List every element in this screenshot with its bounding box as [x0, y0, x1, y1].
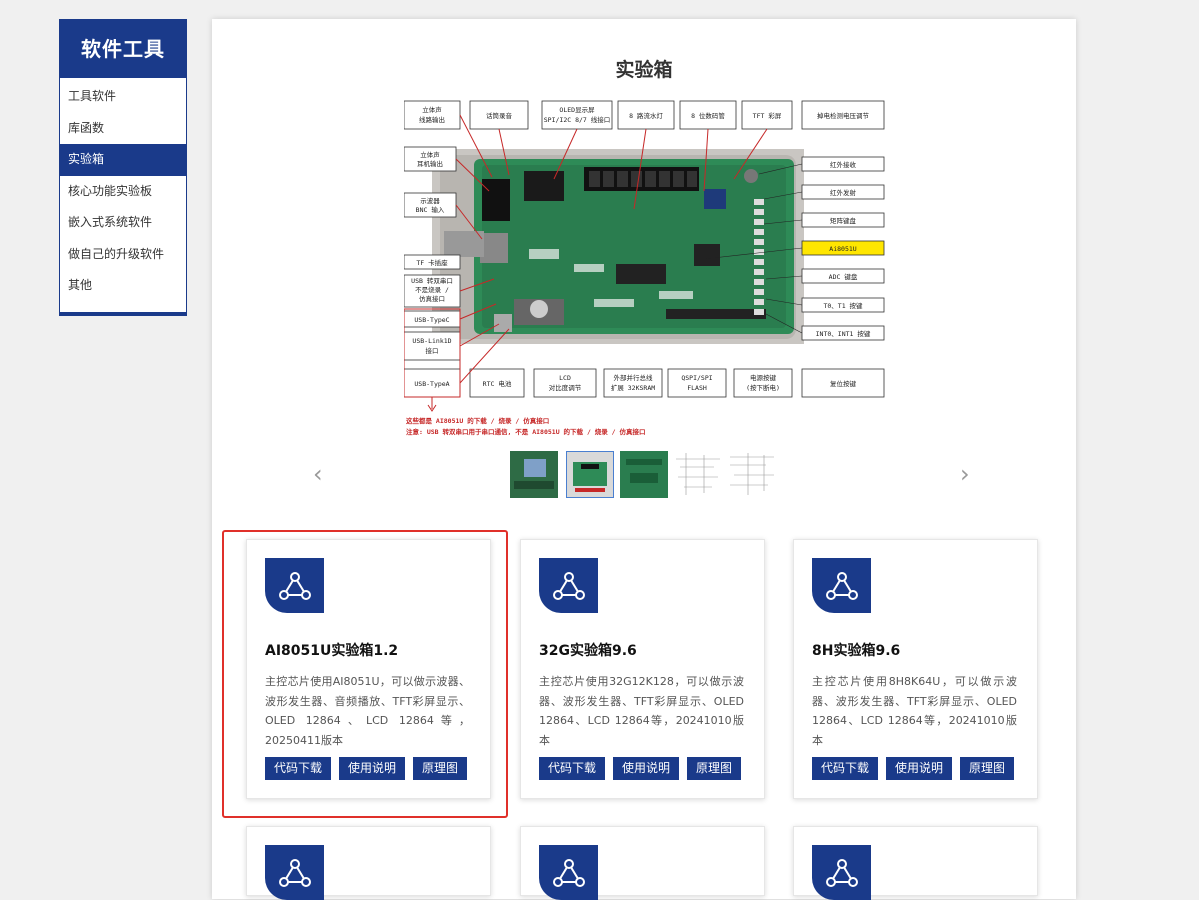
- svg-text:LCD: LCD: [559, 374, 571, 382]
- svg-text:ADC 键盘: ADC 键盘: [829, 272, 858, 281]
- share-network-icon: [812, 558, 871, 613]
- sidebar-menu: 工具软件 库函数 实验箱 核心功能实验板 嵌入式系统软件 做自己的升级软件 其他: [60, 78, 186, 312]
- share-network-icon: [265, 845, 324, 900]
- svg-text:TFT 彩屏: TFT 彩屏: [753, 111, 782, 120]
- svg-text:BNC 输入: BNC 输入: [416, 205, 445, 214]
- card-title: 8H实验箱9.6: [812, 643, 901, 659]
- thumbnail-2[interactable]: [566, 451, 614, 498]
- sidebar-bottom-bar: [60, 311, 186, 315]
- svg-text:QSPI/SPI: QSPI/SPI: [681, 374, 712, 382]
- schematic-button[interactable]: 原理图: [687, 757, 742, 780]
- thumbnail-3[interactable]: [620, 451, 668, 498]
- sidebar-item-libraries[interactable]: 库函数: [60, 113, 186, 145]
- sidebar-item-tools[interactable]: 工具软件: [60, 81, 186, 113]
- chevron-left-icon[interactable]: ‹: [313, 462, 329, 486]
- svg-text:复位按键: 复位按键: [830, 379, 857, 388]
- sidebar-item-core-boards[interactable]: 核心功能实验板: [60, 176, 186, 208]
- thumbnail-5[interactable]: [728, 451, 776, 498]
- svg-text:USB-Link1D: USB-Link1D: [412, 337, 451, 345]
- experiment-box-image: 立体声线路输出 话筒录音 OLED显示屏SPI/I2C 8/7 线接口 8 路流…: [404, 100, 885, 436]
- svg-text:立体声: 立体声: [420, 150, 440, 159]
- svg-text:SPI/I2C 8/7 线接口: SPI/I2C 8/7 线接口: [544, 115, 610, 124]
- svg-text:示波器: 示波器: [420, 196, 440, 205]
- svg-text:耳机输出: 耳机输出: [417, 159, 443, 168]
- card-description: 主控芯片使用32G12K128，可以做示波器、波形发生器、TFT彩屏显示、OLE…: [539, 675, 744, 747]
- user-manual-button[interactable]: 使用说明: [886, 757, 953, 780]
- product-card: 8H实验箱9.6 主控芯片使用8H8K64U，可以做示波器、波形发生器、TFT彩…: [793, 539, 1038, 799]
- schematic-button[interactable]: 原理图: [413, 757, 468, 780]
- svg-text:(按下断电): (按下断电): [746, 383, 780, 392]
- product-card: [793, 826, 1038, 900]
- card-description: 主控芯片使用AI8051U，可以做示波器、波形发生器、音频播放、TFT彩屏显示、…: [265, 675, 470, 747]
- svg-text:红外发射: 红外发射: [830, 188, 857, 197]
- svg-text:仿真接口: 仿真接口: [419, 294, 445, 303]
- svg-text:8 位数码管: 8 位数码管: [691, 111, 725, 120]
- svg-text:红外接收: 红外接收: [830, 160, 857, 169]
- svg-text:T0、T1 按键: T0、T1 按键: [823, 301, 863, 310]
- share-network-icon: [539, 845, 598, 900]
- svg-text:TF 卡插座: TF 卡插座: [416, 258, 448, 267]
- sidebar-title: 软件工具: [60, 20, 186, 78]
- svg-text:这些都是 AI8051U 的下载 / 烧录 / 仿真接口: 这些都是 AI8051U 的下载 / 烧录 / 仿真接口: [406, 416, 549, 425]
- svg-text:8 路流水灯: 8 路流水灯: [629, 111, 663, 120]
- svg-text:INT0、INT1 按键: INT0、INT1 按键: [816, 329, 871, 338]
- svg-text:矩阵键盘: 矩阵键盘: [830, 216, 857, 225]
- svg-text:立体声: 立体声: [422, 105, 442, 114]
- user-manual-button[interactable]: 使用说明: [339, 757, 406, 780]
- code-download-button[interactable]: 代码下载: [265, 757, 332, 780]
- sidebar-item-embedded-software[interactable]: 嵌入式系统软件: [60, 207, 186, 239]
- thumbnail-1[interactable]: [510, 451, 558, 498]
- svg-text:线路输出: 线路输出: [419, 115, 445, 124]
- sidebar: 软件工具 工具软件 库函数 实验箱 核心功能实验板 嵌入式系统软件 做自己的升级…: [59, 19, 187, 316]
- sidebar-item-upgrade-software[interactable]: 做自己的升级软件: [60, 239, 186, 271]
- card-title: 32G实验箱9.6: [539, 643, 637, 659]
- user-manual-button[interactable]: 使用说明: [613, 757, 680, 780]
- chevron-right-icon[interactable]: ›: [960, 462, 976, 486]
- svg-text:USB-TypeC: USB-TypeC: [414, 316, 449, 324]
- svg-text:对比度调节: 对比度调节: [549, 383, 582, 392]
- product-card: [520, 826, 765, 900]
- code-download-button[interactable]: 代码下载: [539, 757, 606, 780]
- svg-text:接口: 接口: [426, 346, 439, 355]
- sidebar-item-experiment-box[interactable]: 实验箱: [60, 144, 186, 176]
- code-download-button[interactable]: 代码下载: [812, 757, 879, 780]
- svg-text:注意: USB 转双串口用于串口通信, 不是 AI8051U: 注意: USB 转双串口用于串口通信, 不是 AI8051U 的下载 / 烧录 …: [406, 427, 646, 436]
- schematic-button[interactable]: 原理图: [960, 757, 1015, 780]
- card-description: 主控芯片使用8H8K64U，可以做示波器、波形发生器、TFT彩屏显示、OLED …: [812, 675, 1017, 747]
- svg-text:电源按键: 电源按键: [750, 373, 777, 382]
- share-network-icon: [539, 558, 598, 613]
- svg-text:外部并行总线: 外部并行总线: [614, 373, 654, 382]
- svg-text:USB-TypeA: USB-TypeA: [414, 380, 449, 388]
- svg-text:掉电检测电压调节: 掉电检测电压调节: [817, 111, 870, 120]
- svg-text:FLASH: FLASH: [687, 384, 707, 392]
- svg-text:Ai8051U: Ai8051U: [829, 245, 856, 253]
- product-card: AI8051U实验箱1.2 主控芯片使用AI8051U，可以做示波器、波形发生器…: [246, 539, 491, 799]
- svg-text:扩展 32KSRAM: 扩展 32KSRAM: [611, 383, 655, 392]
- thumbnail-4[interactable]: [674, 451, 722, 498]
- sidebar-item-other[interactable]: 其他: [60, 270, 186, 302]
- svg-text:USB 转双串口: USB 转双串口: [411, 276, 453, 285]
- share-network-icon: [812, 845, 871, 900]
- svg-text:不是烧录 /: 不是烧录 /: [415, 285, 449, 294]
- svg-text:话筒录音: 话筒录音: [486, 111, 513, 120]
- product-card: [246, 826, 491, 900]
- product-card: 32G实验箱9.6 主控芯片使用32G12K128，可以做示波器、波形发生器、T…: [520, 539, 765, 799]
- page-title: 实验箱: [615, 59, 673, 81]
- svg-text:OLED显示屏: OLED显示屏: [559, 106, 595, 114]
- svg-text:RTC 电池: RTC 电池: [483, 379, 512, 388]
- card-title: AI8051U实验箱1.2: [265, 643, 399, 659]
- share-network-icon: [265, 558, 324, 613]
